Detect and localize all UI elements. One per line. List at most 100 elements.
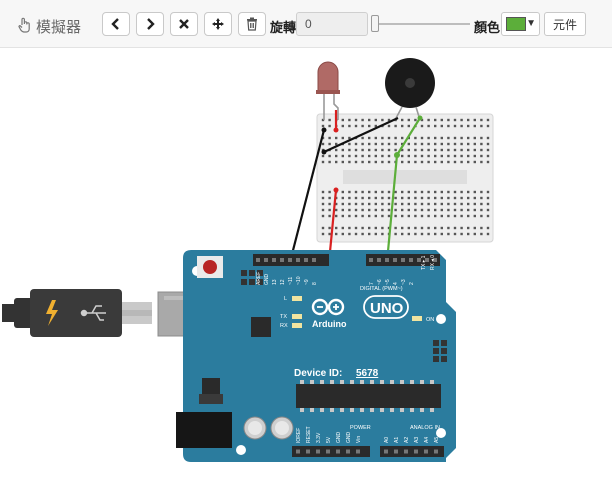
breadboard-hole: [447, 148, 450, 152]
pan-button[interactable]: [204, 12, 232, 36]
header-pin[interactable]: [306, 449, 310, 454]
breadboard-hole: [368, 136, 371, 140]
breadboard-hole: [473, 190, 476, 194]
breadboard-hole: [420, 124, 424, 128]
breadboard-hole: [361, 232, 364, 236]
breadboard-hole: [427, 160, 430, 164]
top-pin-label: 7: [369, 282, 375, 285]
breadboard-hole: [473, 148, 476, 152]
buzzer[interactable]: [385, 58, 435, 121]
top-pin-label: 13: [272, 279, 278, 285]
header-pin[interactable]: [296, 258, 300, 262]
breadboard-hole: [341, 202, 344, 206]
header-pin[interactable]: [272, 258, 276, 262]
breadboard-hole: [381, 190, 384, 194]
breadboard-hole: [427, 118, 430, 122]
header-pin[interactable]: [404, 449, 408, 454]
breadboard-hole: [401, 136, 404, 140]
breadboard-hole: [414, 196, 417, 200]
header-pin[interactable]: [377, 258, 381, 262]
arduino-board[interactable]: AREF GND 13 12 ~11 ~10 ~9 8 7 ~6 ~5 4 ~3 2 DIGITAL (P…: [176, 250, 456, 462]
rotate-label: 旋轉: [270, 20, 297, 35]
rotate-slider-handle[interactable]: [371, 15, 379, 32]
header-pin[interactable]: [296, 449, 300, 454]
header-pin[interactable]: [304, 258, 308, 262]
top-pin-label: ~3: [401, 279, 407, 285]
breadboard-hole: [414, 160, 417, 164]
breadboard-hole: [460, 214, 463, 218]
breadboard-hole: [473, 154, 476, 158]
breadboard-channel: [343, 170, 467, 184]
breadboard-hole: [453, 196, 457, 200]
header-pin[interactable]: [288, 258, 292, 262]
header-pin[interactable]: [424, 449, 428, 454]
breadboard-hole: [434, 202, 437, 206]
breadboard-hole: [387, 136, 391, 140]
breadboard-hole: [381, 232, 384, 236]
breadboard-hole: [341, 148, 344, 152]
header-pin[interactable]: [409, 258, 413, 262]
breadboard-hole: [414, 154, 417, 158]
trash-button[interactable]: [238, 12, 266, 36]
breadboard-hole: [401, 154, 404, 158]
header-pin[interactable]: [385, 258, 389, 262]
mcu-pin: [400, 408, 404, 412]
breadboard-hole: [387, 202, 391, 206]
breadboard-hole: [387, 154, 391, 158]
breadboard-hole: [480, 148, 483, 152]
breadboard-hole: [374, 190, 377, 194]
breadboard-hole: [341, 208, 344, 212]
rotate-slider-track[interactable]: [374, 23, 470, 25]
header-pin[interactable]: [280, 258, 284, 262]
breadboard-hole: [440, 202, 443, 206]
header-pin[interactable]: [312, 258, 316, 262]
breadboard[interactable]: [316, 113, 494, 243]
header-pin[interactable]: [356, 449, 360, 454]
delete-button[interactable]: [170, 12, 198, 36]
breadboard-hole: [354, 148, 358, 152]
breadboard-hole: [394, 232, 397, 236]
breadboard-hole: [486, 232, 490, 236]
breadboard-hole: [420, 136, 424, 140]
header-pin[interactable]: [264, 258, 268, 262]
breadboard-hole: [328, 214, 331, 218]
breadboard-hole: [420, 190, 424, 194]
color-select[interactable]: ▼: [501, 12, 540, 36]
caret-down-icon: ▼: [526, 18, 536, 29]
led-label-l: L: [284, 296, 287, 302]
header-pin[interactable]: [434, 449, 438, 454]
header-pin[interactable]: [346, 449, 350, 454]
led-on: [412, 316, 422, 321]
components-button[interactable]: 元件: [544, 12, 586, 36]
breadboard-hole: [341, 160, 344, 164]
breadboard-hole: [427, 226, 430, 230]
header-pin[interactable]: [326, 449, 330, 454]
header-pin[interactable]: [393, 258, 397, 262]
breadboard-hole: [387, 214, 391, 218]
header-pin[interactable]: [401, 258, 405, 262]
breadboard-hole: [447, 118, 450, 122]
header-pin[interactable]: [336, 449, 340, 454]
breadboard-hole: [414, 148, 417, 152]
breadboard-hole: [480, 232, 483, 236]
tx-pin-label: TX ▸ 1: [421, 255, 427, 270]
header-pin[interactable]: [316, 449, 320, 454]
header-pin[interactable]: [414, 449, 418, 454]
undo-button[interactable]: [102, 12, 130, 36]
breadboard-hole: [486, 226, 490, 230]
breadboard-hole: [361, 136, 364, 140]
mount-hole: [436, 314, 446, 324]
breadboard-hole: [335, 154, 338, 158]
breadboard-hole: [460, 124, 463, 128]
breadboard-hole: [361, 226, 364, 230]
breadboard-hole: [447, 214, 450, 218]
header-pin[interactable]: [256, 258, 260, 262]
breadboard-hole: [467, 136, 470, 140]
rotate-input[interactable]: [296, 12, 368, 36]
header-pin[interactable]: [394, 449, 398, 454]
redo-button[interactable]: [136, 12, 164, 36]
breadboard-hole: [467, 214, 470, 218]
header-pin[interactable]: [369, 258, 373, 262]
breadboard-hole: [381, 208, 384, 212]
header-pin[interactable]: [384, 449, 388, 454]
